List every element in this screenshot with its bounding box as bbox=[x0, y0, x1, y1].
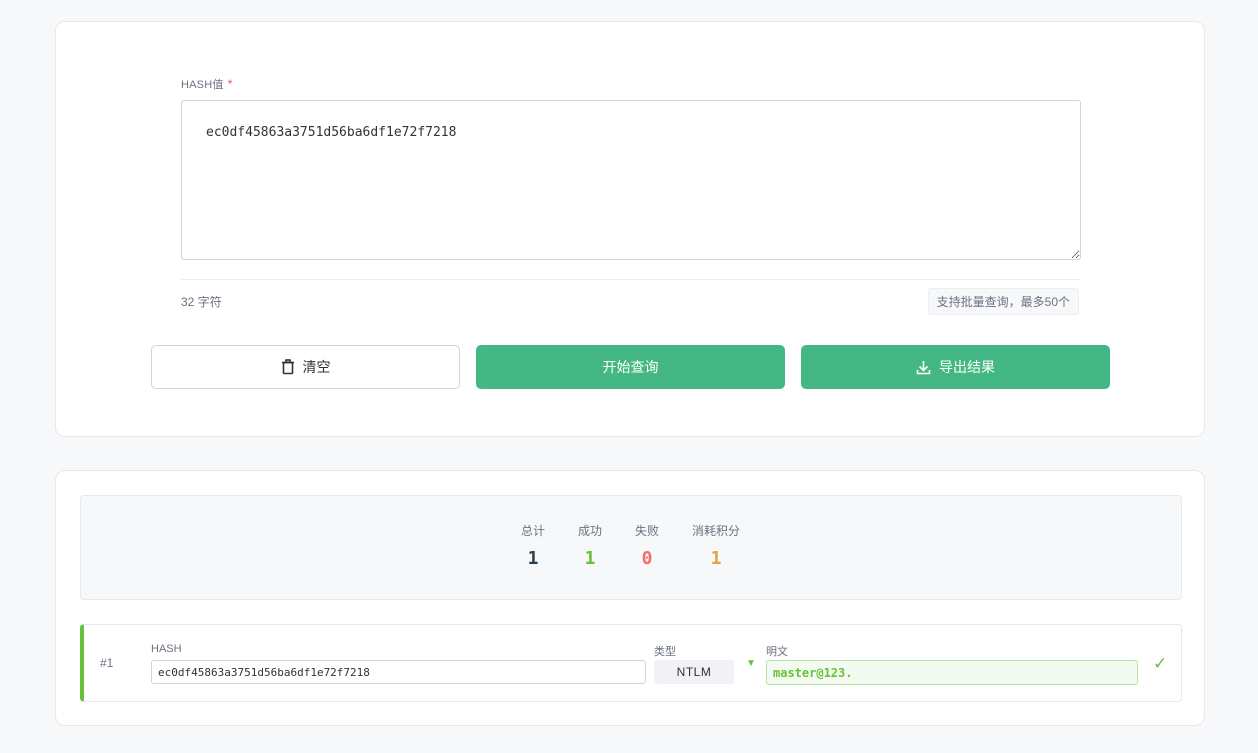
hash-column-label: HASH bbox=[151, 643, 182, 655]
hash-label-text: HASH值 bbox=[181, 79, 224, 91]
char-count: 32 字符 bbox=[181, 295, 222, 309]
hash-field-label: HASH值 * bbox=[181, 76, 232, 92]
clear-button[interactable]: 清空 bbox=[151, 345, 460, 389]
result-hash-field[interactable] bbox=[151, 660, 646, 684]
stat-success-label: 成功 bbox=[577, 524, 602, 538]
required-mark: * bbox=[227, 77, 233, 91]
clear-button-label: 清空 bbox=[302, 359, 331, 375]
stat-success-value: 1 bbox=[584, 548, 596, 569]
type-column-label: 类型 bbox=[654, 646, 676, 658]
stat-points-label: 消耗积分 bbox=[691, 524, 740, 538]
trash-icon bbox=[281, 359, 295, 375]
stat-fail: 失败 0 bbox=[623, 522, 671, 569]
check-icon: ✓ bbox=[1153, 654, 1168, 673]
start-query-button[interactable]: 开始查询 bbox=[476, 345, 785, 389]
stat-total-label: 总计 bbox=[520, 524, 545, 538]
stats-panel: 总计 1 成功 1 失败 0 消耗积分 1 bbox=[80, 495, 1182, 600]
caret-down-icon[interactable]: ▼ bbox=[746, 658, 756, 669]
divider bbox=[181, 279, 1081, 280]
stat-fail-label: 失败 bbox=[634, 524, 659, 538]
plain-column-label: 明文 bbox=[766, 646, 788, 658]
export-results-label: 导出结果 bbox=[939, 359, 995, 375]
hash-textarea[interactable] bbox=[181, 100, 1081, 260]
row-index: #1 bbox=[100, 656, 114, 670]
result-card: 总计 1 成功 1 失败 0 消耗积分 1 #1 HASH 类型 NTLM ▼ … bbox=[55, 470, 1205, 726]
export-results-button[interactable]: 导出结果 bbox=[801, 345, 1110, 389]
stat-total-value: 1 bbox=[527, 548, 539, 569]
start-query-label: 开始查询 bbox=[602, 359, 659, 375]
stat-fail-value: 0 bbox=[641, 548, 653, 569]
result-row: #1 HASH 类型 NTLM ▼ 明文 ✓ bbox=[80, 624, 1182, 702]
query-input-card: HASH值* 32 字符 支持批量查询，最多50个 清空 开始查询 导出结果 bbox=[55, 21, 1205, 437]
download-icon bbox=[916, 360, 931, 375]
batch-hint: 支持批量查询，最多50个 bbox=[927, 288, 1079, 315]
result-plaintext-field[interactable] bbox=[766, 660, 1138, 685]
stat-success: 成功 1 bbox=[566, 522, 614, 569]
hash-type-badge: NTLM bbox=[654, 660, 734, 684]
stat-points: 消耗积分 1 bbox=[684, 522, 748, 569]
stat-points-value: 1 bbox=[710, 548, 722, 569]
stat-total: 总计 1 bbox=[509, 522, 557, 569]
